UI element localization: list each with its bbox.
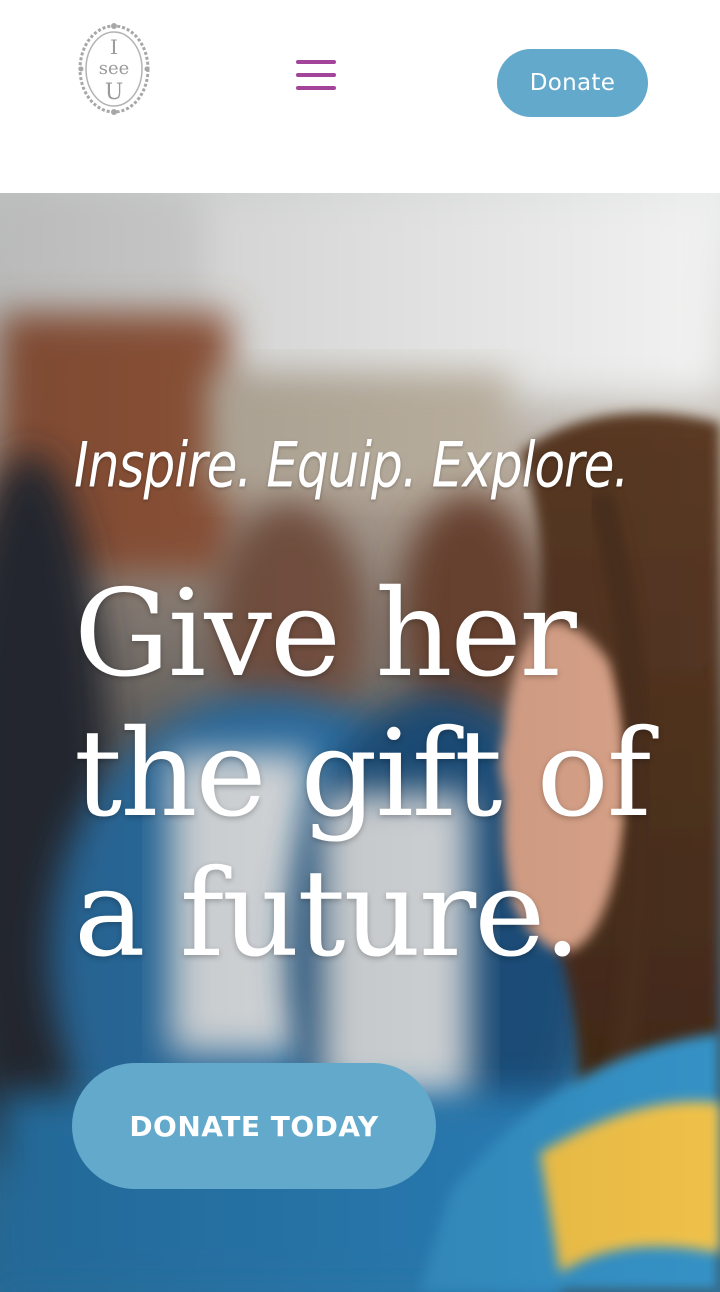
hero-headline: Give her the gift of a future.	[74, 565, 651, 984]
menu-bar-bottom	[296, 86, 336, 90]
site-header: I see U Donate	[0, 0, 720, 193]
hero-section: Inspire. Equip. Explore. Give her the gi…	[0, 193, 720, 1292]
menu-bar-middle	[296, 73, 336, 77]
logo[interactable]: I see U	[76, 22, 152, 116]
menu-bar-top	[296, 60, 336, 64]
hamburger-menu-icon[interactable]	[290, 54, 342, 98]
donate-button[interactable]: Donate	[497, 49, 648, 117]
hero-tagline: Inspire. Equip. Explore.	[74, 429, 629, 502]
logo-line-1: I	[110, 35, 118, 59]
logo-line-2: see	[99, 58, 130, 79]
donate-today-button[interactable]: DONATE TODAY	[72, 1063, 436, 1189]
logo-line-3: U	[105, 80, 124, 105]
oval-frame-logo-icon: I see U	[78, 23, 150, 115]
